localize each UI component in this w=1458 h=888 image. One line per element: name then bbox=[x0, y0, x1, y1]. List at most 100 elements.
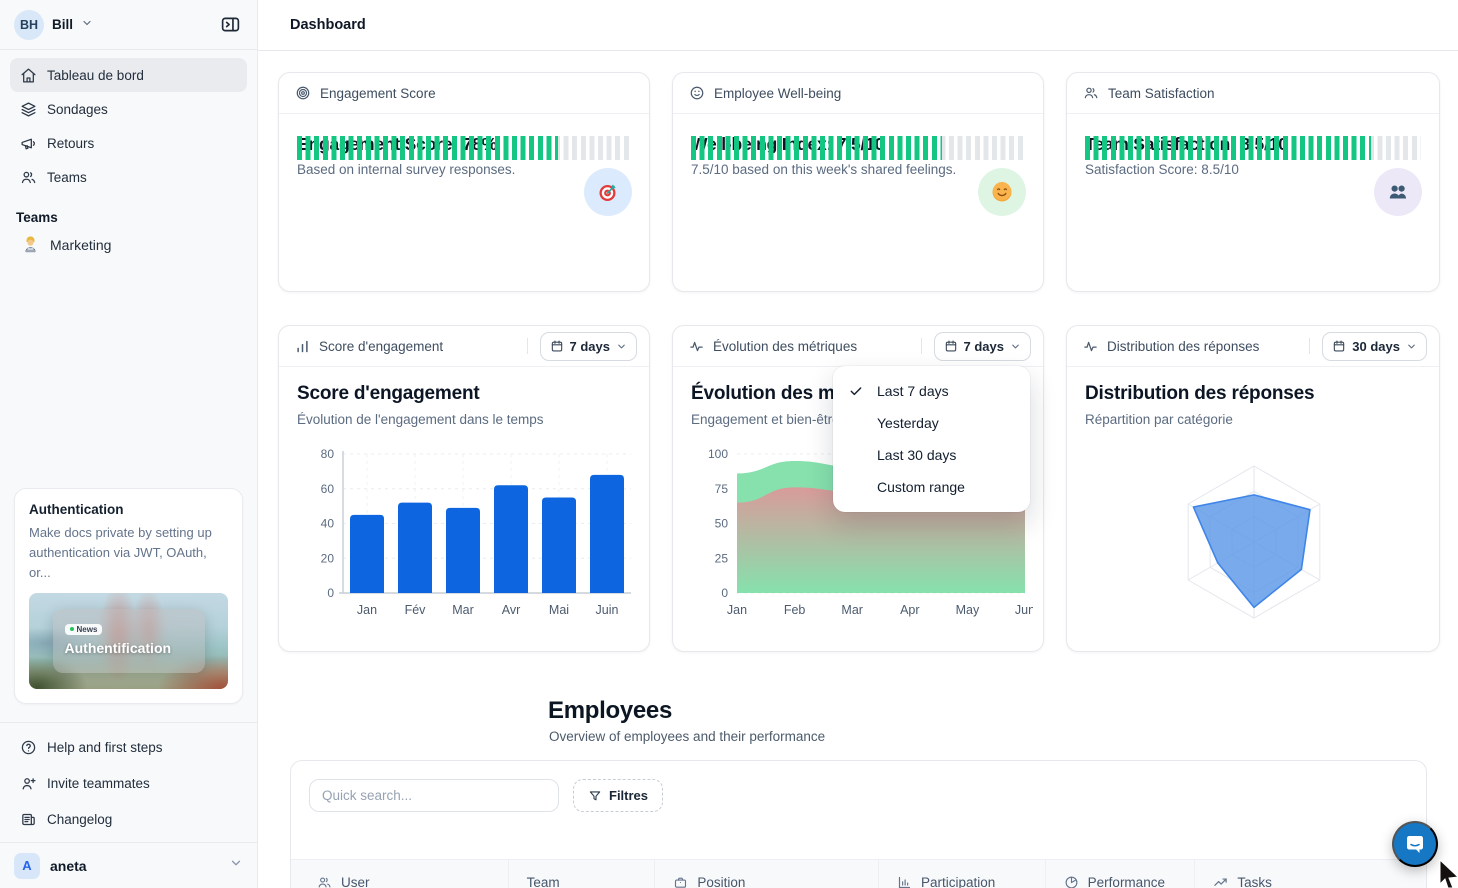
bar-chart-icon bbox=[295, 339, 310, 354]
distribution-radar-chart bbox=[1085, 438, 1423, 646]
promo-card-title: Authentication bbox=[29, 502, 228, 517]
divider bbox=[921, 338, 922, 354]
range-selector-button[interactable]: 30 days bbox=[1322, 332, 1427, 361]
svg-text:Jun: Jun bbox=[1015, 603, 1033, 617]
check-icon bbox=[848, 383, 864, 402]
search-input[interactable] bbox=[309, 779, 559, 812]
svg-text:0: 0 bbox=[721, 586, 728, 600]
column-header-tasks[interactable]: Tasks bbox=[1194, 860, 1426, 888]
account-switcher[interactable]: A aneta bbox=[0, 842, 257, 888]
svg-text:Apr: Apr bbox=[900, 603, 919, 617]
column-label: Performance bbox=[1088, 875, 1165, 888]
chevron-down-icon bbox=[1010, 341, 1021, 352]
engagement-bar-chart: 020406080JanFévMarAvrMaiJuin bbox=[287, 444, 639, 636]
collapse-sidebar-button[interactable] bbox=[215, 10, 245, 40]
home-icon bbox=[20, 67, 37, 84]
main-content: Dashboard Engagement Score Engagement Sc… bbox=[258, 0, 1458, 888]
chevron-down-icon bbox=[1406, 341, 1417, 352]
funnel-icon bbox=[588, 789, 602, 803]
svg-text:Mar: Mar bbox=[841, 603, 863, 617]
svg-text:May: May bbox=[956, 603, 980, 617]
filters-button[interactable]: Filtres bbox=[573, 779, 663, 812]
range-label: 7 days bbox=[964, 339, 1004, 354]
sidebar: BH Bill Tableau de bord bbox=[0, 0, 258, 888]
menu-item-last-30-days[interactable]: Last 30 days bbox=[833, 439, 1030, 471]
sidebar-item-label: Invite teammates bbox=[47, 776, 150, 791]
svg-text:40: 40 bbox=[321, 517, 335, 531]
column-header-participation[interactable]: Participation bbox=[878, 860, 1045, 888]
user-plus-icon bbox=[20, 775, 37, 792]
column-header-position[interactable]: Position bbox=[654, 860, 878, 888]
calendar-icon bbox=[1332, 339, 1346, 353]
employees-subtitle: Overview of employees and their performa… bbox=[549, 729, 825, 744]
trend-up-icon bbox=[1213, 875, 1228, 888]
column-header-user[interactable]: User bbox=[291, 860, 508, 888]
sidebar-item-label: Retours bbox=[47, 136, 94, 151]
promo-card[interactable]: Authentication Make docs private by sett… bbox=[14, 488, 243, 704]
sidebar-item-marketing[interactable]: Marketing bbox=[10, 229, 247, 261]
menu-item-last-7-days[interactable]: Last 7 days bbox=[833, 375, 1030, 407]
sidebar-item-teams[interactable]: Teams bbox=[10, 160, 247, 194]
svg-text:80: 80 bbox=[321, 447, 335, 461]
chart-title: Distribution des réponses bbox=[1085, 383, 1421, 405]
chevron-down-icon[interactable] bbox=[81, 16, 93, 34]
calendar-icon bbox=[550, 339, 564, 353]
sidebar-item-label: Sondages bbox=[47, 102, 108, 117]
range-selector-button[interactable]: 7 days bbox=[540, 332, 637, 361]
kpi-gauge bbox=[297, 136, 631, 160]
divider bbox=[1309, 338, 1310, 354]
range-dropdown-menu: Last 7 days Yesterday Last 30 days Custo… bbox=[833, 366, 1030, 512]
chart-card-header: Évolution des métriques bbox=[713, 339, 857, 354]
sidebar-item-help[interactable]: Help and first steps bbox=[10, 729, 247, 765]
svg-text:Mai: Mai bbox=[549, 603, 569, 617]
svg-text:0: 0 bbox=[327, 586, 334, 600]
sidebar-item-sondages[interactable]: Sondages bbox=[10, 92, 247, 126]
chat-bubble-icon bbox=[1403, 832, 1427, 856]
promo-card-image: News Authentification bbox=[29, 593, 228, 689]
account-name: aneta bbox=[50, 858, 87, 874]
chart-card-engagement: Score d'engagement 7 days Score d bbox=[278, 325, 650, 652]
pie-chart-icon bbox=[1064, 875, 1079, 888]
megaphone-icon bbox=[20, 135, 37, 152]
kpi-card-wellbeing: Employee Well-being Well-being Index: 7.… bbox=[672, 72, 1044, 292]
svg-text:Feb: Feb bbox=[784, 603, 806, 617]
menu-item-label: Last 30 days bbox=[877, 447, 956, 463]
employees-table-header: User Team Position Participation bbox=[291, 859, 1426, 888]
users-icon bbox=[317, 875, 332, 888]
column-header-team[interactable]: Team bbox=[508, 860, 655, 888]
chevron-down-icon bbox=[616, 341, 627, 352]
svg-text:100: 100 bbox=[708, 447, 728, 461]
svg-text:20: 20 bbox=[321, 551, 335, 565]
menu-item-yesterday[interactable]: Yesterday bbox=[833, 407, 1030, 439]
busts-emoji-icon bbox=[1374, 168, 1422, 216]
svg-text:Jan: Jan bbox=[357, 603, 377, 617]
sidebar-item-changelog[interactable]: Changelog bbox=[10, 801, 247, 837]
sidebar-item-label: Changelog bbox=[47, 812, 112, 827]
svg-text:75: 75 bbox=[715, 482, 729, 496]
column-label: User bbox=[341, 875, 370, 888]
app-root: BH Bill Tableau de bord bbox=[0, 0, 1458, 888]
promo-card-body: Make docs private by setting up authenti… bbox=[29, 523, 228, 583]
chevron-down-icon bbox=[229, 856, 243, 875]
help-icon bbox=[20, 739, 37, 756]
menu-item-custom-range[interactable]: Custom range bbox=[833, 471, 1030, 503]
column-label: Team bbox=[527, 875, 560, 888]
column-header-performance[interactable]: Performance bbox=[1045, 860, 1195, 888]
sidebar-item-tableau-de-bord[interactable]: Tableau de bord bbox=[10, 58, 247, 92]
workspace-name[interactable]: Bill bbox=[52, 17, 73, 32]
kpi-card-header: Engagement Score bbox=[320, 86, 436, 101]
kpi-card-header: Team Satisfaction bbox=[1108, 86, 1215, 101]
sidebar-item-retours[interactable]: Retours bbox=[10, 126, 247, 160]
range-selector-button[interactable]: 7 days bbox=[934, 332, 1031, 361]
chart-card-distribution: Distribution des réponses 30 days bbox=[1066, 325, 1440, 652]
technologist-emoji-icon bbox=[20, 235, 40, 255]
chat-launcher-button[interactable] bbox=[1392, 821, 1438, 867]
account-avatar: A bbox=[14, 853, 40, 879]
menu-item-label: Custom range bbox=[877, 479, 965, 495]
divider bbox=[527, 338, 528, 354]
workspace-avatar[interactable]: BH bbox=[14, 10, 44, 40]
column-label: Position bbox=[697, 875, 745, 888]
chart-card-header: Score d'engagement bbox=[319, 339, 443, 354]
svg-text:Jan: Jan bbox=[727, 603, 747, 617]
sidebar-item-invite[interactable]: Invite teammates bbox=[10, 765, 247, 801]
